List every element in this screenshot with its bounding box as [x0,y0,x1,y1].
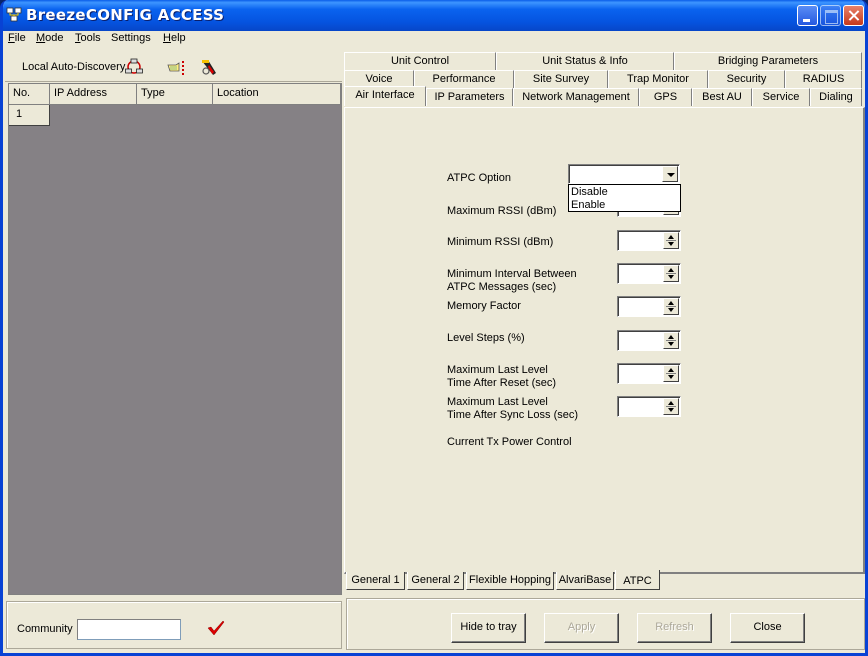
spinner-arrows-icon[interactable] [663,332,679,349]
community-pane: Community [6,601,342,649]
configuration-pane: Unit Control Unit Status & Info Bridging… [344,50,865,595]
tab-ip-parameters[interactable]: IP Parameters [426,88,513,106]
spinner-arrows-icon[interactable] [663,365,679,382]
max-last-level-reset-spinner[interactable] [617,363,681,384]
close-window-button[interactable] [843,5,864,26]
app-network-icon [6,7,22,22]
atpc-option-dropdown: Disable Enable [568,184,681,212]
min-interval-label-line1: Minimum Interval Between [447,268,577,280]
atpc-option-label: ATPC Option [447,172,511,184]
close-button[interactable]: Close [730,613,805,643]
max-rssi-label: Maximum RSSI (dBm) [447,205,557,217]
tab-performance[interactable]: Performance [414,70,514,88]
min-rssi-label: Minimum RSSI (dBm) [447,236,554,248]
tab-trap-monitor[interactable]: Trap Monitor [608,70,708,88]
max-last-level-sync-label-line1: Maximum Last Level [447,396,548,408]
refresh-button[interactable]: Refresh [637,613,712,643]
tab-best-au[interactable]: Best AU [692,88,752,106]
tab-row-1: Unit Control Unit Status & Info Bridging… [344,52,865,70]
subtab-general-2[interactable]: General 2 [407,572,464,590]
network-discovery-icon[interactable] [125,58,143,76]
tab-bridging-parameters[interactable]: Bridging Parameters [674,52,862,70]
spinner-arrows-icon[interactable] [663,298,679,315]
memory-factor-label: Memory Factor [447,300,521,312]
row-header-1[interactable]: 1 [9,105,50,126]
tab-radius[interactable]: RADIUS [785,70,862,88]
units-grid[interactable]: No. IP Address Type Location 1 [8,83,342,595]
min-interval-label-line2: ATPC Messages (sec) [447,281,557,293]
level-steps-label: Level Steps (%) [447,332,525,344]
option-enable[interactable]: Enable [571,199,605,211]
subtab-general-1[interactable]: General 1 [346,572,405,590]
spinner-arrows-icon[interactable] [663,398,679,415]
hide-to-tray-button[interactable]: Hide to tray [451,613,526,643]
apply-button[interactable]: Apply [544,613,619,643]
min-rssi-spinner[interactable] [617,230,681,251]
column-header-location[interactable]: Location [213,84,341,105]
current-tx-power-control-label: Current Tx Power Control [447,436,572,448]
unit-list-pane: Local Auto-Discovery No. IP Address Type… [5,50,342,596]
max-last-level-reset-label-line2: Time After Reset (sec) [447,377,557,389]
menu-file-rest: ile [14,32,26,44]
memory-factor-spinner[interactable] [617,296,681,317]
local-auto-discovery-button[interactable]: Local Auto-Discovery [22,61,125,73]
max-last-level-reset-label-line1: Maximum Last Level [447,364,548,376]
subtab-flexible-hopping[interactable]: Flexible Hopping [466,572,554,590]
main-window: BreezeCONFIG ACCESS File Mode Tools Sett… [0,0,868,656]
column-header-ip-address[interactable]: IP Address [50,84,137,105]
spinner-arrows-icon[interactable] [663,265,679,282]
tab-gps[interactable]: GPS [639,88,692,106]
minimize-button[interactable] [797,5,818,26]
column-header-no[interactable]: No. [9,84,50,105]
tools-icon[interactable] [200,58,218,76]
air-interface-subtabs: General 1 General 2 Flexible Hopping Alv… [344,570,865,592]
menu-help[interactable]: Help [163,32,186,44]
maximize-button[interactable] [820,5,841,26]
tab-unit-control[interactable]: Unit Control [344,52,496,70]
menu-file[interactable]: File [8,32,26,44]
window-title: BreezeCONFIG ACCESS [26,6,225,24]
level-steps-spinner[interactable] [617,330,681,351]
menu-settings[interactable]: Settings [111,32,151,44]
tab-security[interactable]: Security [708,70,785,88]
atpc-option-select[interactable] [568,164,680,184]
button-bar: Hide to tray Apply Refresh Close [346,598,865,650]
max-last-level-sync-label-line2: Time After Sync Loss (sec) [447,409,579,421]
subtab-alvaribase[interactable]: AlvariBase [556,572,614,590]
tab-service[interactable]: Service [752,88,810,106]
pointer-select-icon[interactable] [167,58,185,76]
column-header-type[interactable]: Type [137,84,213,105]
menu-bar: File Mode Tools Settings Help [3,31,865,47]
option-disable[interactable]: Disable [571,186,608,198]
checkmark-icon[interactable] [207,620,225,636]
menu-tools[interactable]: Tools [75,32,101,44]
tab-site-survey[interactable]: Site Survey [514,70,608,88]
dropdown-arrow-icon[interactable] [662,166,678,182]
tab-unit-status-info[interactable]: Unit Status & Info [496,52,674,70]
menu-mode[interactable]: Mode [36,32,64,44]
subtab-atpc[interactable]: ATPC [615,570,660,590]
tab-air-interface[interactable]: Air Interface [344,86,426,106]
community-label: Community [17,623,73,635]
max-last-level-sync-spinner[interactable] [617,396,681,417]
spinner-arrows-icon[interactable] [663,232,679,249]
min-interval-spinner[interactable] [617,263,681,284]
tab-row-3: Air Interface IP Parameters Network Mana… [344,86,865,106]
title-bar[interactable]: BreezeCONFIG ACCESS [3,0,865,31]
toolbar: Local Auto-Discovery [5,50,342,82]
community-input[interactable] [77,619,181,640]
tab-network-management[interactable]: Network Management [513,88,639,106]
atpc-panel: ATPC Option Disable Enable Maximum RSSI … [347,110,862,570]
tab-dialing[interactable]: Dialing [810,88,862,106]
